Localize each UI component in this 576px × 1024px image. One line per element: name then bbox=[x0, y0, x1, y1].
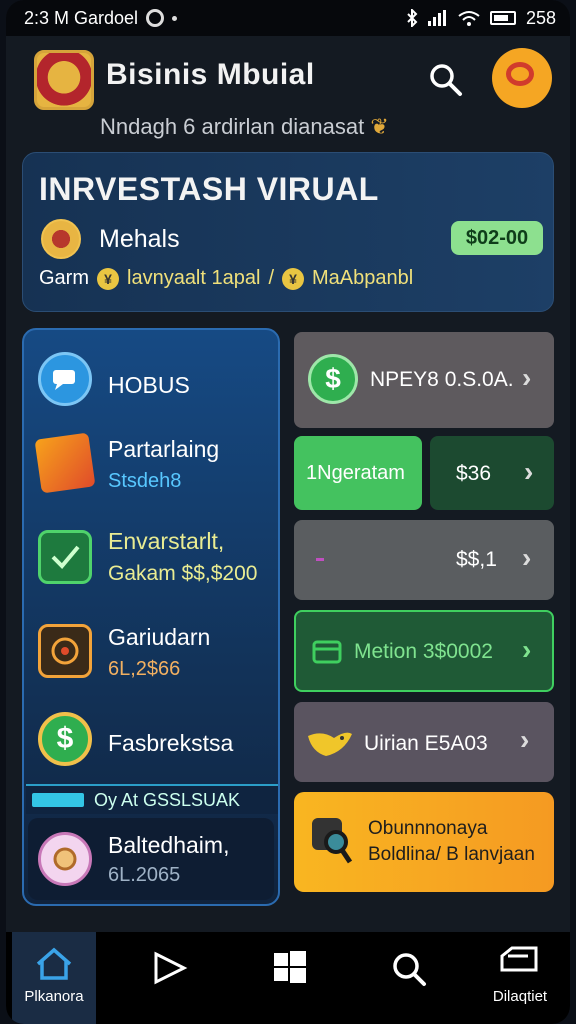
nav-search[interactable] bbox=[366, 932, 450, 1024]
menu-item-baltedhaim[interactable]: Baltedhaim, 6L.2065 bbox=[28, 818, 274, 900]
menu-item-fasbrekstsa[interactable]: $ Fasbrekstsa bbox=[24, 704, 278, 794]
menu-item-sub: 6L,2$66 bbox=[108, 658, 181, 680]
target-icon bbox=[38, 624, 92, 678]
banner-tag-icon bbox=[32, 793, 84, 807]
notification-icon bbox=[146, 9, 165, 27]
row-item-1[interactable]: lavnyaalt 1apal bbox=[127, 267, 260, 290]
app-header: Bisinis Mbuial bbox=[6, 40, 570, 120]
nav-home-label: Plkanora bbox=[24, 988, 84, 1005]
card-price-36[interactable]: $36 › bbox=[430, 436, 554, 510]
menu-item-title: Envarstarlt, bbox=[108, 528, 225, 554]
section-banner: Oy At GSSLSUAK bbox=[26, 784, 278, 814]
chat-icon bbox=[38, 352, 92, 406]
card-ngeratam-label: 1Ngeratam bbox=[306, 462, 405, 484]
coin-icon: ¥ bbox=[282, 267, 304, 290]
menu-item-garden[interactable]: Gariudarn 6L,2$66 bbox=[24, 616, 278, 706]
card-metion-label: Metion 3$0002 bbox=[354, 640, 493, 663]
windows-icon bbox=[274, 951, 306, 983]
row-separator: / bbox=[268, 267, 274, 289]
menu-item-sub: 6L.2065 bbox=[108, 864, 181, 886]
wifi-icon bbox=[458, 11, 480, 26]
bird-icon bbox=[308, 732, 352, 756]
nav-files[interactable]: Dilaqtiet bbox=[478, 932, 562, 1024]
card-balance[interactable]: $$,1 › bbox=[294, 520, 554, 600]
dollar-circle-icon: $ bbox=[308, 354, 358, 404]
card-uirian-label: Uirian E5A03 bbox=[364, 732, 488, 755]
marker-icon bbox=[316, 558, 324, 561]
subtitle-text: Nndagh 6 ardirlan dianasat bbox=[100, 114, 365, 139]
signal-icon bbox=[427, 10, 446, 26]
home-icon bbox=[36, 947, 72, 980]
menu-item-title: HOBUS bbox=[108, 372, 190, 398]
bluetooth-icon bbox=[407, 9, 418, 27]
row-prefix: Garm bbox=[39, 267, 89, 289]
status-time: 2:3 M Gardoel bbox=[24, 7, 139, 28]
investment-heading: INRVESTASH VIRUAL bbox=[39, 171, 379, 207]
app-logo bbox=[34, 50, 94, 110]
dollar-icon: $ bbox=[38, 712, 92, 766]
search-icon bbox=[430, 64, 462, 96]
card-promo[interactable]: Obunnnonaya Boldlina/ B lanvjaan bbox=[294, 792, 554, 892]
search-button[interactable] bbox=[426, 60, 466, 100]
play-icon bbox=[154, 951, 188, 985]
header-subtitle: Nndagh 6 ardirlan dianasat ❦ bbox=[100, 114, 389, 140]
card-ngeratam[interactable]: 1Ngeratam bbox=[294, 436, 422, 510]
app-title: Bisinis Mbuial bbox=[106, 58, 315, 91]
phone-screen: 2:3 M Gardoel 258 Bisinis Mbuial Nndagh … bbox=[6, 0, 570, 1024]
card-promo-line1: Obunnnonaya bbox=[368, 818, 488, 839]
bottom-navigation: Plkanora Dilaqtiet bbox=[6, 932, 570, 1024]
nav-windows[interactable] bbox=[246, 932, 330, 1024]
card-promo-line2: Boldlina/ B lanvjaan bbox=[368, 844, 535, 865]
chevron-right-icon: › bbox=[524, 456, 534, 487]
battery-icon bbox=[489, 11, 516, 25]
medal-coin-icon bbox=[41, 219, 81, 259]
nav-files-label: Dilaqtiet bbox=[492, 988, 548, 1005]
menu-item-title: Baltedhaim, bbox=[108, 832, 230, 858]
menu-item-partnership[interactable]: Partarlaing Stsdeh8 bbox=[24, 426, 278, 516]
chevron-right-icon: › bbox=[522, 362, 532, 393]
investment-row: Garm ¥ lavnyaalt 1apal / ¥ MaAbpanbl bbox=[39, 267, 413, 290]
card-balance-label: $$,1 bbox=[456, 548, 497, 571]
menu-item-title: Gariudarn bbox=[108, 624, 211, 650]
menu-item-sub: Gakam $$,$200 bbox=[108, 562, 258, 585]
tag-icon bbox=[34, 432, 96, 494]
card-metion[interactable]: Metion 3$0002 › bbox=[294, 610, 554, 692]
menu-item-sub: Stsdeh8 bbox=[108, 470, 182, 492]
chevron-right-icon: › bbox=[520, 724, 530, 755]
card-npey-label: NPEY8 0.S.0A. bbox=[370, 368, 514, 391]
search-icon bbox=[393, 953, 426, 986]
folder-icon bbox=[500, 946, 538, 972]
investment-card[interactable]: INRVESTASH VIRUAL Mehals $02-00 Garm ¥ l… bbox=[22, 152, 554, 312]
price-badge[interactable]: $02-00 bbox=[451, 221, 543, 255]
card-npey[interactable]: $ NPEY8 0.S.0A. › bbox=[294, 332, 554, 428]
status-bar: 2:3 M Gardoel 258 bbox=[6, 0, 570, 36]
magnifier-icon bbox=[312, 818, 353, 864]
battery-level: 258 bbox=[525, 7, 556, 28]
card-price-label: $36 bbox=[456, 462, 492, 485]
banner-text: Oy At GSSLSUAK bbox=[94, 789, 241, 810]
check-shield-icon bbox=[38, 530, 92, 584]
medals-label: Mehals bbox=[99, 225, 180, 253]
coin-icon: ¥ bbox=[97, 267, 119, 290]
chevron-right-icon: › bbox=[522, 542, 532, 573]
menu-item-title: Partarlaing bbox=[108, 436, 220, 462]
dot-icon bbox=[172, 15, 178, 21]
menu-item-hobus[interactable]: HOBUS bbox=[24, 336, 278, 426]
nav-play[interactable] bbox=[126, 932, 210, 1024]
calendar-icon bbox=[312, 640, 342, 664]
medal-icon bbox=[38, 832, 92, 886]
menu-item-investment[interactable]: Envarstarlt, Gakam $$,$200 bbox=[24, 520, 278, 610]
chevron-right-icon: › bbox=[522, 634, 532, 665]
nav-home[interactable]: Plkanora bbox=[12, 932, 96, 1024]
card-uirian[interactable]: Uirian E5A03 › bbox=[294, 702, 554, 782]
menu-item-title: Fasbrekstsa bbox=[108, 730, 234, 756]
row-item-2[interactable]: MaAbpanbl bbox=[312, 267, 413, 290]
profile-icon bbox=[506, 62, 534, 86]
left-menu-panel: HOBUS Partarlaing Stsdeh8 Envarstarlt, G… bbox=[22, 328, 280, 906]
profile-button[interactable] bbox=[492, 48, 552, 108]
leaf-icon: ❦ bbox=[370, 114, 389, 139]
